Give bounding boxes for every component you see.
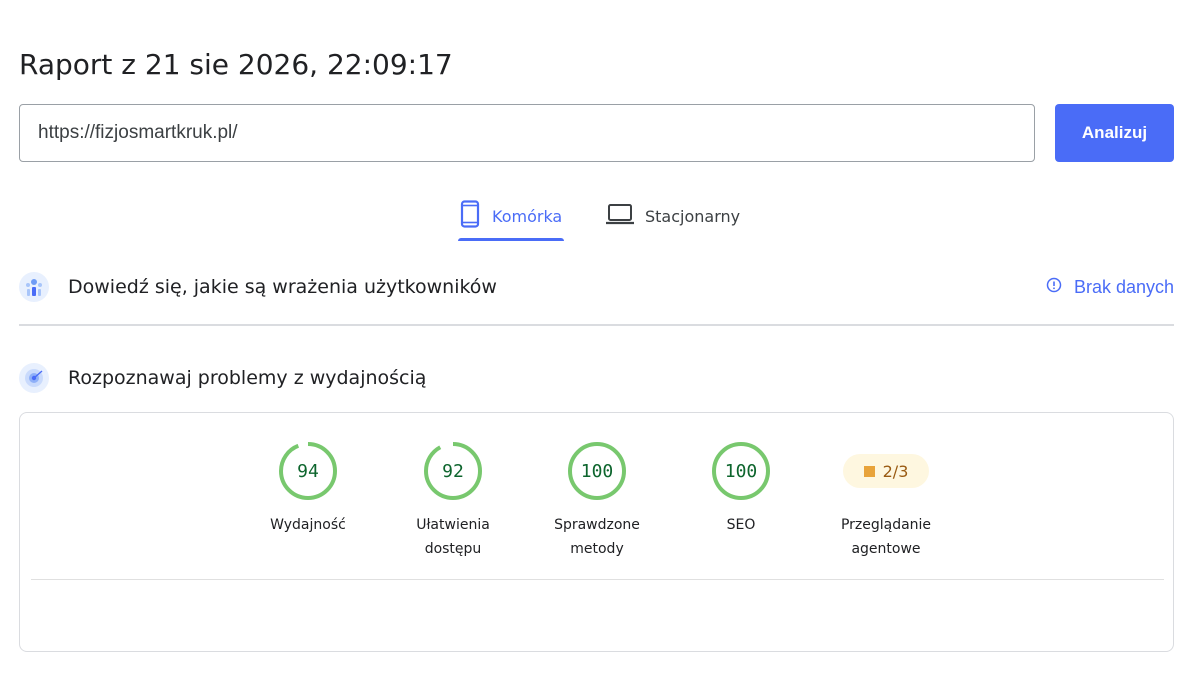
scores-card: 94 Wydajność 92 Ułatwienia dostępu 100 S… xyxy=(19,412,1174,652)
score-label-line1: Sprawdzone xyxy=(554,517,640,533)
score-label-line1: Ułatwienia xyxy=(416,517,490,533)
score-value: 92 xyxy=(442,461,464,482)
crux-heading: Dowiedź się, jakie są wrażenia użytkowni… xyxy=(68,276,497,298)
score-label-line1: SEO xyxy=(726,517,756,533)
score-label-line2: metody xyxy=(570,541,624,557)
page-title: Raport z 21 sie 2026, 22:09:17 xyxy=(19,48,453,81)
card-divider xyxy=(31,579,1164,580)
analyze-button[interactable]: Analizuj xyxy=(1055,104,1174,162)
score-value: 94 xyxy=(297,461,319,482)
gauge-ring: 100 xyxy=(712,442,770,500)
no-data-label: Brak danych xyxy=(1073,276,1174,297)
agentic-score-badge: 2/3 xyxy=(843,454,929,488)
score-label: SEO xyxy=(727,513,756,537)
laptop-icon xyxy=(605,202,635,230)
score-label: Przeglądanie agentowe xyxy=(841,513,931,561)
no-data-link[interactable]: Brak danych xyxy=(1046,277,1174,298)
score-gauge-best-practices[interactable]: 100 Sprawdzone metody xyxy=(527,441,667,561)
smartphone-icon xyxy=(458,200,482,232)
score-label-line2: agentowe xyxy=(851,541,921,557)
score-gauge-accessibility[interactable]: 92 Ułatwienia dostępu xyxy=(383,441,523,561)
crux-section-header: Dowiedź się, jakie są wrażenia użytkowni… xyxy=(19,271,1174,303)
score-gauge-performance[interactable]: 94 Wydajność xyxy=(238,441,378,537)
score-value: 100 xyxy=(725,461,758,482)
score-agentic-browsing[interactable]: 2/3 Przeglądanie agentowe xyxy=(816,441,956,561)
active-tab-indicator xyxy=(458,238,564,241)
score-label: Sprawdzone metody xyxy=(554,513,640,561)
tab-desktop-label: Stacjonarny xyxy=(645,206,741,226)
device-tabs: Komórka Stacjonarny xyxy=(0,190,1200,244)
agentic-score-value: 2/3 xyxy=(882,461,909,481)
perf-section-header: Rozpoznawaj problemy z wydajnością xyxy=(19,362,1174,394)
score-label-line1: Wydajność xyxy=(270,517,346,533)
report-page: Raport z 21 sie 2026, 22:09:17 Analizuj … xyxy=(0,0,1200,675)
gauge-ring: 92 xyxy=(424,442,482,500)
users-chart-icon xyxy=(19,272,49,302)
tab-mobile[interactable]: Komórka xyxy=(458,190,562,242)
url-input[interactable] xyxy=(19,104,1035,162)
lighthouse-icon xyxy=(19,363,49,393)
info-icon xyxy=(1046,277,1062,298)
score-label: Ułatwienia dostępu xyxy=(416,513,490,561)
score-value: 100 xyxy=(581,461,614,482)
score-gauge-seo[interactable]: 100 SEO xyxy=(671,441,811,537)
gauge-ring: 100 xyxy=(568,442,626,500)
gauge-ring: 94 xyxy=(279,442,337,500)
tab-mobile-label: Komórka xyxy=(492,206,563,226)
tab-desktop[interactable]: Stacjonarny xyxy=(605,190,740,242)
average-square-icon xyxy=(863,465,875,477)
score-label-line1: Przeglądanie xyxy=(840,517,932,533)
section-divider xyxy=(19,324,1174,326)
perf-heading: Rozpoznawaj problemy z wydajnością xyxy=(68,367,427,389)
score-label-line2: dostępu xyxy=(424,541,482,557)
score-label: Wydajność xyxy=(270,513,346,537)
